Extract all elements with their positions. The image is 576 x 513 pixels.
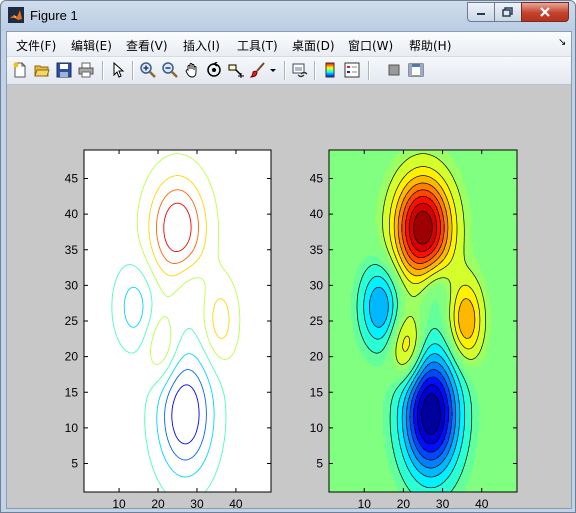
y-tick-label: 5 (316, 457, 323, 471)
zoom-in-icon[interactable] (140, 62, 156, 78)
toolbar-separator (284, 61, 286, 80)
pan-hand-icon[interactable] (184, 62, 200, 78)
y-tick-label: 40 (310, 207, 324, 221)
save-icon[interactable] (56, 62, 72, 78)
y-tick-label: 35 (65, 243, 79, 257)
y-tick-label: 5 (71, 457, 78, 471)
x-tick-label: 40 (229, 497, 243, 508)
close-button[interactable] (521, 2, 569, 22)
colorbar-icon[interactable] (322, 62, 338, 78)
y-tick-label: 25 (310, 314, 324, 328)
edit-plot-arrow-icon[interactable] (110, 62, 126, 78)
minimize-button[interactable] (467, 2, 495, 22)
menu-insert[interactable]: 插入(I) (183, 37, 220, 54)
print-icon[interactable] (78, 62, 94, 78)
menu-help[interactable]: 帮助(H) (409, 37, 451, 54)
y-tick-label: 25 (65, 314, 79, 328)
show-plot-tools-icon[interactable] (408, 62, 424, 78)
toolbar-separator (368, 61, 370, 80)
y-tick-label: 45 (65, 172, 79, 186)
y-tick-label: 10 (65, 421, 79, 435)
menu-view[interactable]: 查看(V) (126, 37, 168, 54)
brush-icon[interactable] (250, 62, 266, 78)
x-tick-label: 20 (397, 497, 411, 508)
figure-canvas: 10 20 30 40 5 10 15 20 25 30 35 40 45 10 20 30 40 5 10 15 20… (7, 85, 571, 508)
x-tick-label: 10 (112, 497, 126, 508)
close-icon (540, 7, 550, 17)
open-file-icon[interactable] (34, 62, 50, 78)
toolbar-separator (314, 61, 316, 80)
y-tick-label: 20 (65, 350, 79, 364)
y-tick-label: 45 (310, 172, 324, 186)
window-title: Figure 1 (30, 8, 78, 23)
menu-bar: 文件(F) 编辑(E) 查看(V) 插入(I) 工具(T) 桌面(D) 窗口(W… (7, 32, 571, 57)
y-tick-label: 40 (65, 207, 79, 221)
x-tick-label: 10 (358, 497, 372, 508)
minimize-icon (477, 13, 485, 15)
menu-window[interactable]: 窗口(W) (348, 37, 393, 54)
zoom-out-icon[interactable] (162, 62, 178, 78)
brush-dropdown-icon[interactable] (268, 62, 278, 78)
legend-icon[interactable] (344, 62, 360, 78)
y-tick-label: 30 (310, 278, 324, 292)
matlab-logo-icon (8, 7, 24, 23)
axes-2[interactable]: 10 20 30 40 5 10 15 20 25 30 35 40 45 (310, 149, 518, 508)
title-bar[interactable]: Figure 1 (1, 1, 575, 31)
y-tick-label: 20 (310, 350, 324, 364)
menu-expand-icon[interactable]: ↘ (558, 37, 566, 48)
maximize-button[interactable] (494, 2, 522, 22)
rotate-3d-icon[interactable] (206, 62, 222, 78)
contour-plots: 10 20 30 40 5 10 15 20 25 30 35 40 45 10 20 30 40 5 10 15 20… (65, 149, 518, 508)
x-tick-label: 20 (151, 497, 165, 508)
y-tick-label: 35 (310, 243, 324, 257)
x-tick-label: 30 (436, 497, 450, 508)
axes-1[interactable]: 10 20 30 40 5 10 15 20 25 30 35 40 45 (65, 149, 272, 508)
new-figure-icon[interactable] (12, 62, 28, 78)
data-cursor-icon[interactable] (228, 62, 244, 78)
menu-edit[interactable]: 编辑(E) (71, 37, 112, 54)
figure-window: Figure 1 文件(F) 编辑(E) 查看(V) 插入(I) 工具(T) 桌… (0, 0, 576, 513)
toolbar-separator (132, 61, 134, 80)
y-tick-label: 15 (65, 385, 79, 399)
figure-client-area: 文件(F) 编辑(E) 查看(V) 插入(I) 工具(T) 桌面(D) 窗口(W… (6, 31, 572, 509)
x-tick-label: 40 (475, 497, 489, 508)
hide-plot-tools-icon[interactable] (386, 62, 402, 78)
axes-background (84, 150, 271, 492)
link-plot-icon[interactable] (292, 62, 308, 78)
menu-desktop[interactable]: 桌面(D) (292, 37, 335, 54)
menu-file[interactable]: 文件(F) (16, 37, 56, 54)
y-tick-label: 10 (310, 421, 324, 435)
y-tick-label: 15 (310, 385, 324, 399)
figure-toolbar (7, 57, 571, 85)
menu-tools[interactable]: 工具(T) (237, 37, 278, 54)
restore-icon (502, 7, 513, 17)
toolbar-separator (102, 61, 104, 80)
y-tick-label: 30 (65, 278, 79, 292)
x-tick-label: 30 (190, 497, 204, 508)
